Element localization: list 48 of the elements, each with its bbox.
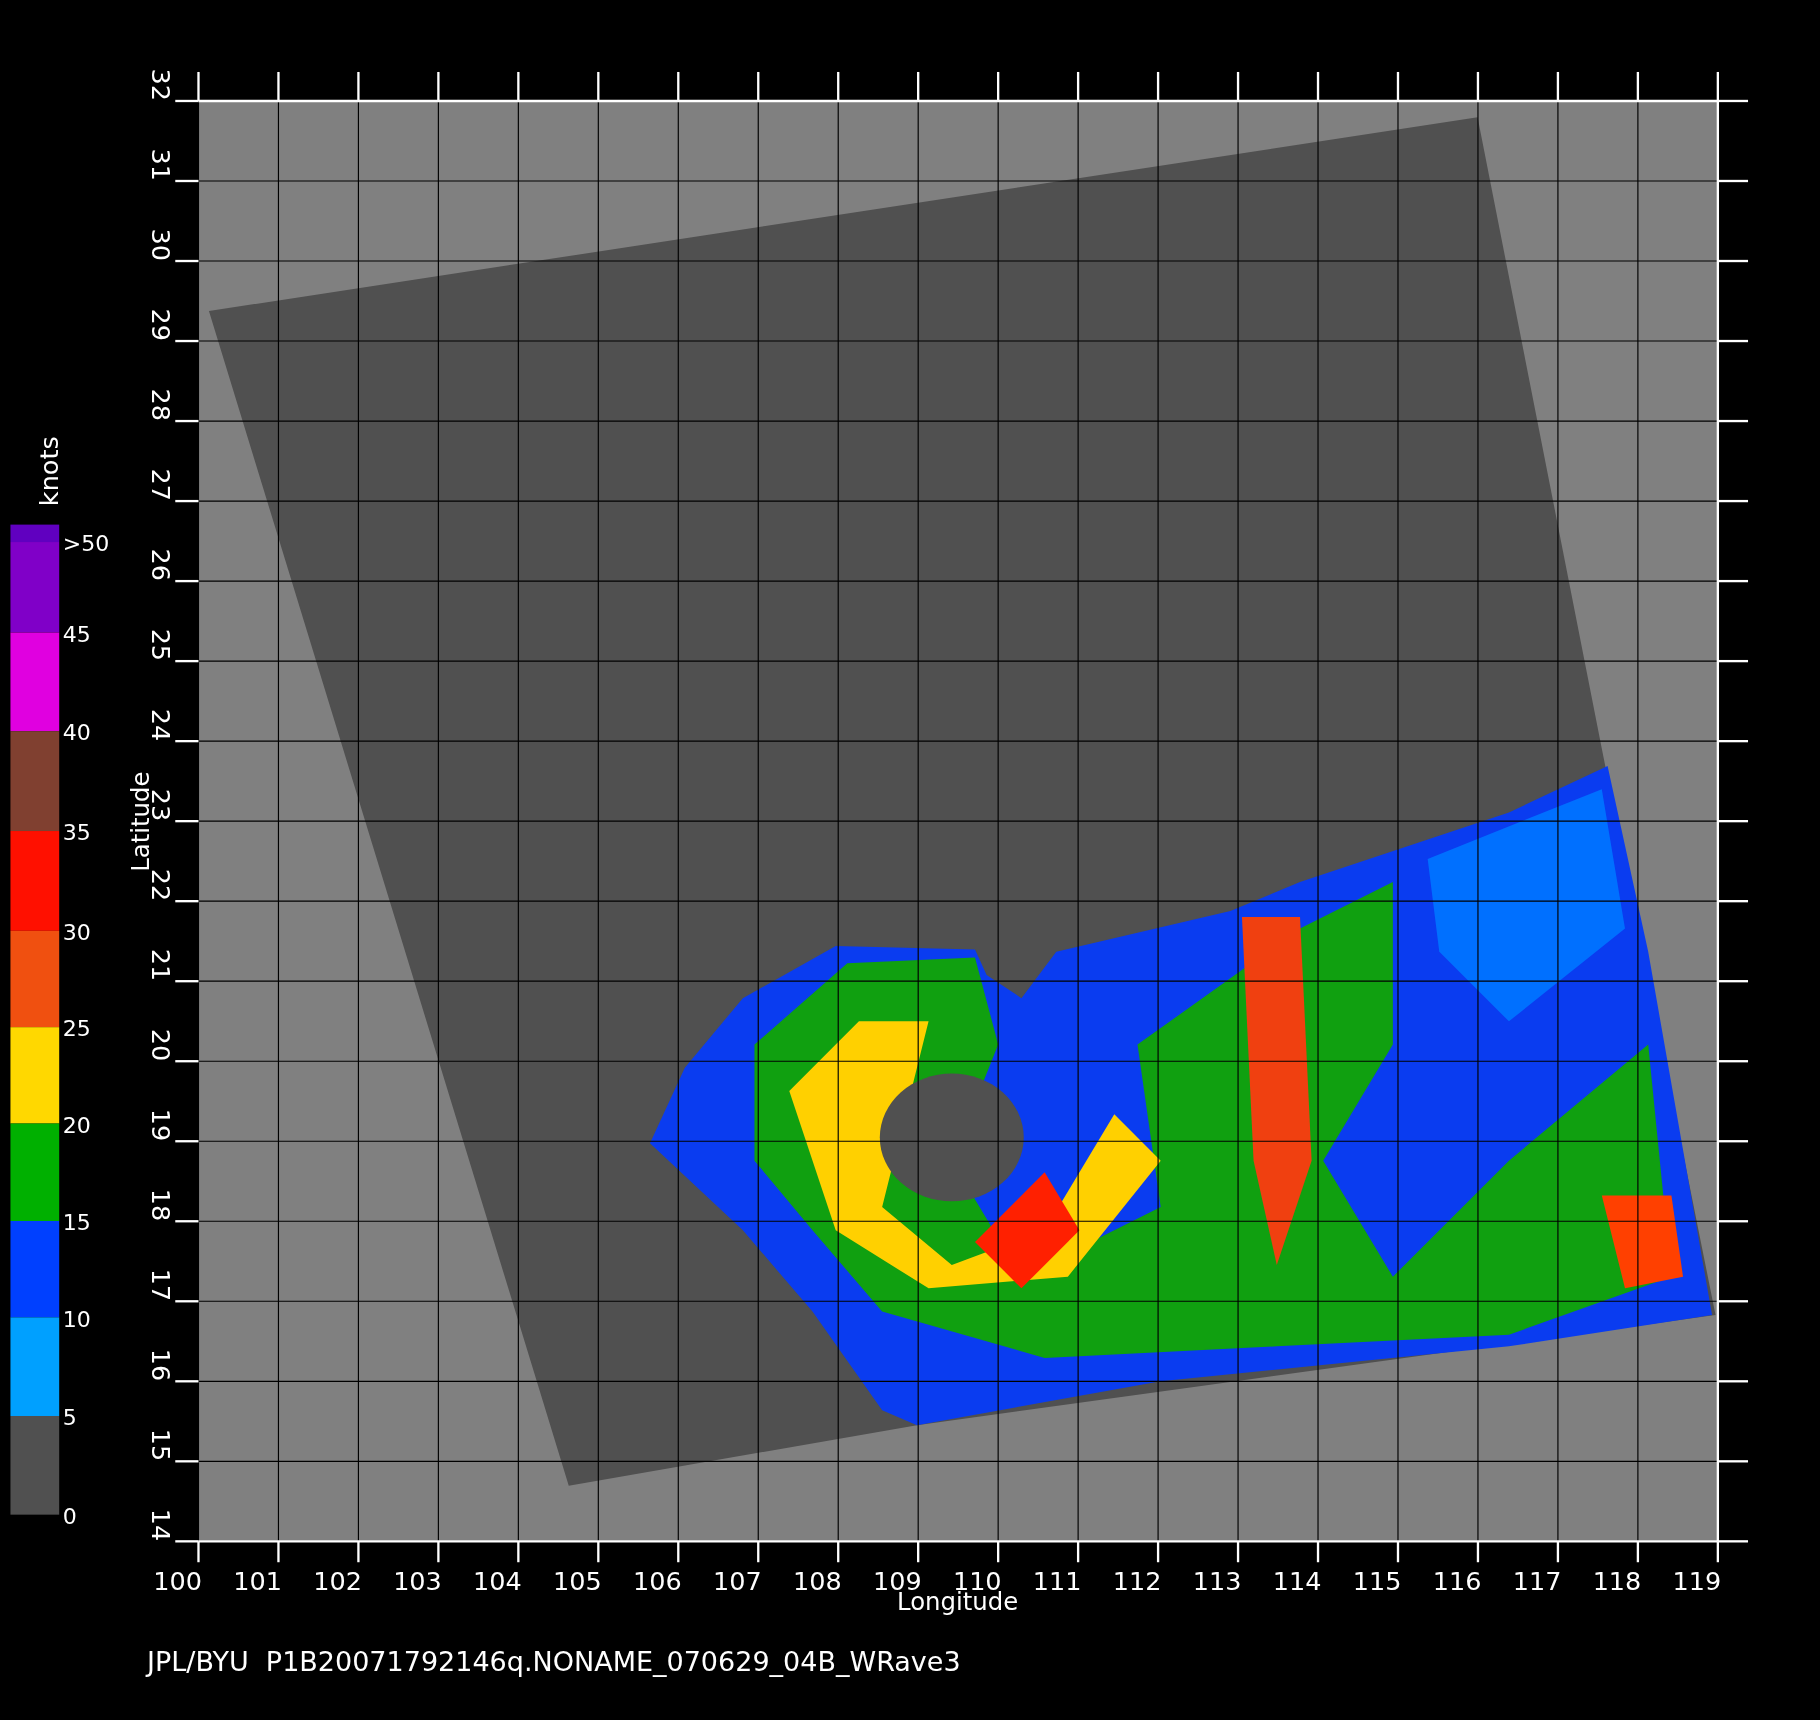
latitude-tick-label: 21 (146, 948, 177, 982)
longitude-tick-label: 105 (553, 1566, 602, 1597)
longitude-tick-label: 118 (1592, 1566, 1642, 1597)
longitude-tick-label: 115 (1352, 1566, 1402, 1597)
latitude-tick-label: 30 (146, 228, 177, 261)
latitude-tick-label: 31 (146, 148, 177, 181)
latitude-tick-label: 26 (146, 548, 177, 582)
latitude-tick-label: 27 (146, 468, 177, 502)
longitude-tick-label: 113 (1192, 1566, 1242, 1597)
colorbar-label: 5 (62, 1405, 77, 1431)
colorbar-label: 40 (62, 720, 91, 746)
longitude-tick-label: 114 (1272, 1566, 1322, 1597)
latitude-tick-label: 28 (146, 388, 177, 422)
longitude-tick-label: 107 (713, 1566, 762, 1597)
colorbar-label: 10 (62, 1306, 91, 1332)
colorbar-label: 15 (62, 1210, 91, 1236)
longitude-tick-label: 119 (1672, 1566, 1722, 1597)
colorbar-label: 45 (62, 621, 91, 647)
colorbar-label: 30 (62, 920, 91, 946)
longitude-tick-label: 111 (1032, 1566, 1082, 1597)
latitude-tick-label: 15 (146, 1428, 177, 1462)
latitude-tick-label: 16 (146, 1348, 177, 1382)
latitude-tick-label: 24 (146, 708, 177, 742)
longitude-tick-label: 102 (313, 1566, 362, 1597)
latitude-tick-label: 19 (146, 1108, 177, 1142)
latitude-tick-label: 29 (146, 308, 177, 341)
longitude-tick-label: 103 (393, 1566, 442, 1597)
latitude-tick-label: 14 (146, 1508, 177, 1542)
latitude-tick-label: 20 (146, 1028, 177, 1062)
colorbar-unit: knots (34, 436, 65, 507)
latitude-tick-label: 32 (146, 68, 177, 101)
longitude-tick-label: 106 (633, 1566, 682, 1597)
colorbar-label: 20 (62, 1112, 91, 1138)
colorbar-label: >50 (62, 531, 110, 557)
longitude-tick-label: 112 (1112, 1566, 1162, 1597)
longitude-tick-label: 108 (792, 1566, 842, 1597)
latitude-tick-label: 17 (146, 1268, 177, 1302)
longitude-tick-label: 101 (233, 1566, 282, 1597)
footer-caption: JPL/BYU P1B20071792146q.NONAME_070629_04B_WRave3 (144, 1646, 962, 1677)
latitude-tick-label: 25 (146, 628, 177, 662)
colorbar-label: 25 (62, 1016, 91, 1042)
colorbar-label: 0 (62, 1503, 77, 1529)
colorbar-label: 35 (62, 820, 91, 846)
longitude-tick-label: 104 (473, 1566, 522, 1597)
latitude-tick-label: 18 (146, 1188, 177, 1222)
longitude-tick-label: 100 (153, 1566, 202, 1597)
longitude-tick-label: 117 (1512, 1566, 1562, 1597)
longitude-tick-label: 116 (1432, 1566, 1482, 1597)
